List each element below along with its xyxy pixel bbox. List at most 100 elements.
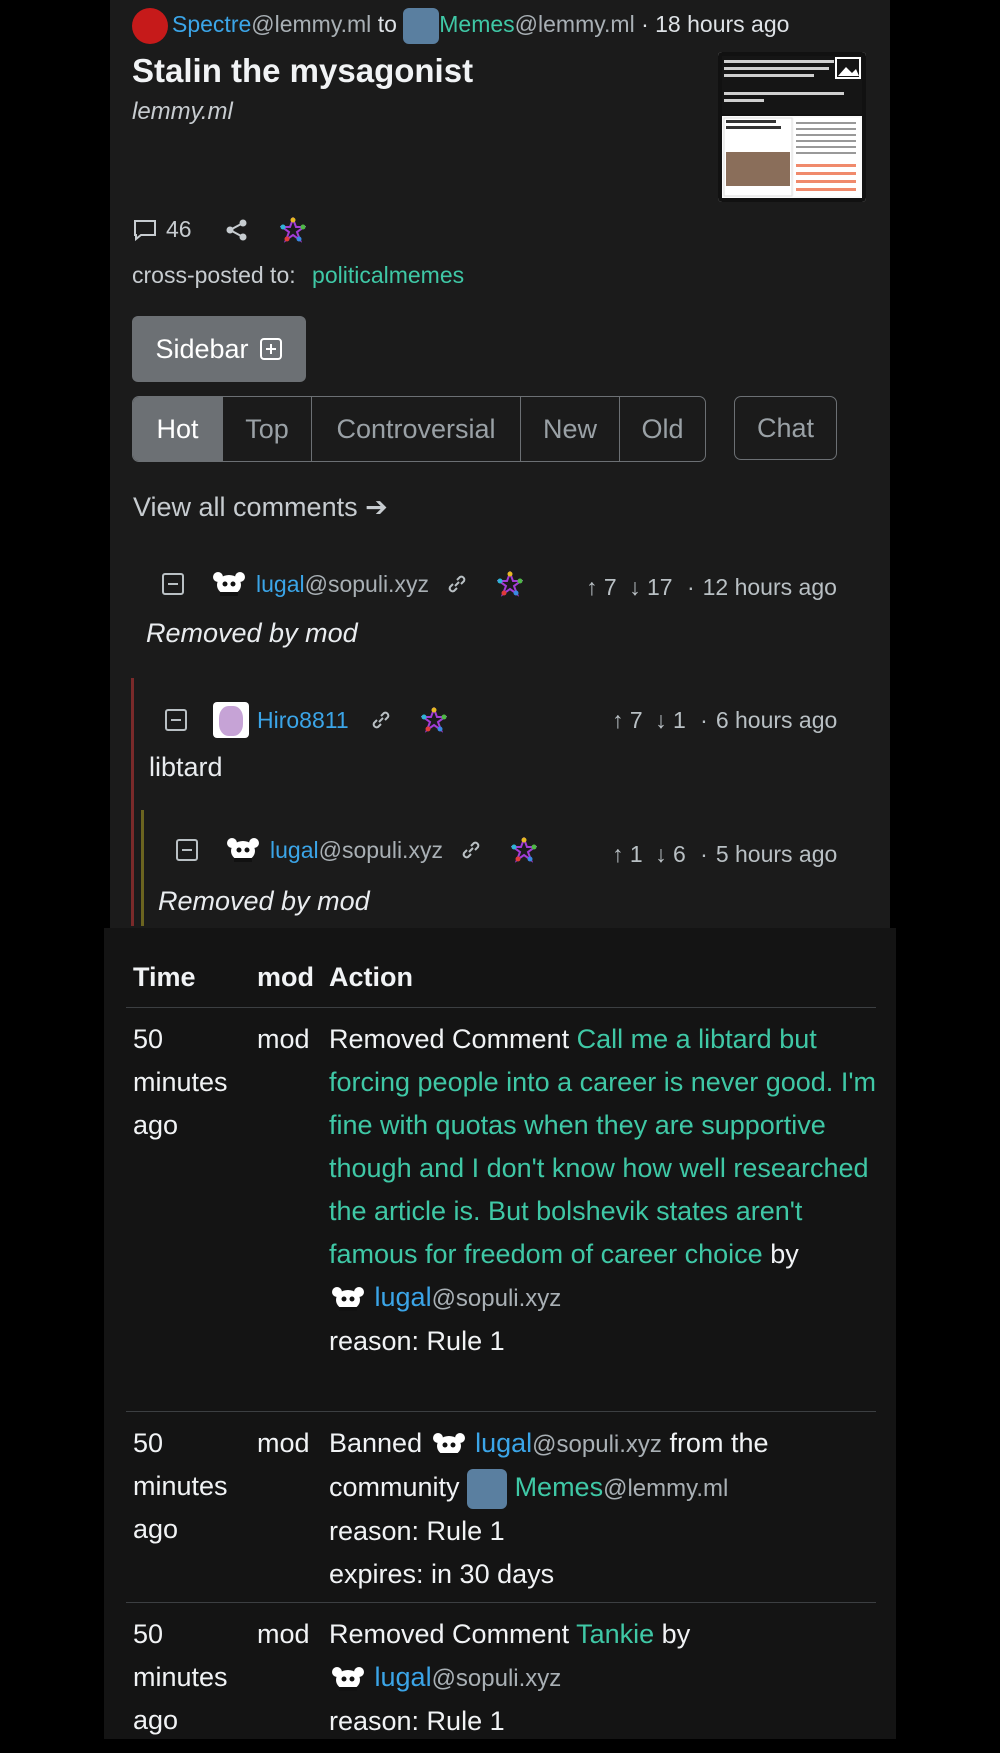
post-time: · 18 hours ago <box>641 11 790 38</box>
thumbnail-image <box>718 52 866 202</box>
view-all-comments-link[interactable]: View all comments ➔ <box>133 492 388 523</box>
modlog-action: Removed Comment Call me a libtard but fo… <box>329 1018 876 1363</box>
fediverse-icon[interactable] <box>280 217 306 243</box>
user-avatar[interactable] <box>224 836 262 864</box>
comment-sort-tabs: Hot Top Controversial New Old <box>132 396 706 462</box>
collapse-icon[interactable] <box>176 839 198 861</box>
modlog-header-row: Time mod Action <box>126 956 876 1007</box>
collapse-icon[interactable] <box>165 709 187 731</box>
sort-tab-hot[interactable]: Hot <box>133 397 223 461</box>
modlog-mod: mod <box>257 1619 310 1649</box>
modlog-time: 50 minutes ago <box>133 1619 228 1735</box>
user-avatar[interactable] <box>213 702 249 738</box>
modlog-action: Banned lugal@sopuli.xyz from the communi… <box>329 1422 876 1596</box>
community-instance: @lemmy.ml <box>514 11 635 38</box>
link-icon[interactable] <box>459 838 483 862</box>
comment-votes: ↑ 7 ↓ 17 · 12 hours ago <box>586 574 837 600</box>
community-avatar[interactable] <box>467 1468 508 1509</box>
sidebar-button-label: Sidebar <box>155 333 249 364</box>
post-domain[interactable]: lemmy.ml <box>132 98 233 126</box>
crosspost-row: cross-posted to: politicalmemes <box>132 262 464 289</box>
community-avatar[interactable] <box>403 8 440 44</box>
modlog-row: 50 minutes ago mod Removed Comment Tanki… <box>126 1602 876 1753</box>
author-link[interactable]: Spectre <box>172 11 251 37</box>
collapse-icon[interactable] <box>162 573 184 595</box>
fediverse-icon[interactable] <box>496 571 523 597</box>
modlog-action: Removed Comment Tankie by lugal@sopuli.x… <box>329 1613 876 1743</box>
reason-text: reason: Rule 1 <box>329 1516 505 1546</box>
modlog-row: 50 minutes ago mod Banned lugal@sopuli.x… <box>126 1411 876 1602</box>
user-avatar[interactable] <box>210 570 248 598</box>
comment-time: 12 hours ago <box>702 574 837 600</box>
comment-header: Hiro8811 <box>165 702 447 738</box>
share-icon[interactable] <box>224 218 250 242</box>
upvote-button[interactable]: ↑ 1 <box>612 841 643 867</box>
comment-user-instance: @sopuli.xyz <box>318 836 443 863</box>
user-instance: @sopuli.xyz <box>431 1285 562 1312</box>
thread-line <box>141 810 144 926</box>
comment-time: 5 hours ago <box>715 841 838 867</box>
downvote-button[interactable]: ↓ 6 <box>655 841 686 867</box>
modlog-time: 50 minutes ago <box>133 1024 228 1140</box>
expires-text: expires: in 30 days <box>329 1559 555 1589</box>
chat-button[interactable]: Chat <box>734 396 837 460</box>
comment-user-link[interactable]: lugal <box>270 837 319 863</box>
post-meta-line: Spectre@lemmy.ml to Memes@lemmy.ml · 18 … <box>132 8 789 44</box>
comment-header: lugal@sopuli.xyz <box>162 570 523 598</box>
link-icon[interactable] <box>369 708 393 732</box>
to-word: to <box>377 11 397 38</box>
comment-user-link[interactable]: lugal <box>256 571 305 597</box>
comment-votes: ↑ 7 ↓ 1 · 6 hours ago <box>612 707 838 733</box>
comment-time: 6 hours ago <box>715 707 838 733</box>
sort-tab-top[interactable]: Top <box>223 397 312 461</box>
upvote-button[interactable]: ↑ 7 <box>586 574 617 600</box>
downvote-button[interactable]: ↓ 17 <box>629 574 672 600</box>
user-link[interactable]: lugal <box>375 1282 432 1312</box>
header-time: Time <box>133 962 196 992</box>
removed-comment-link[interactable]: Call me a libtard but forcing people int… <box>329 1024 876 1269</box>
sort-tab-old[interactable]: Old <box>620 397 705 461</box>
user-instance: @sopuli.xyz <box>431 1665 562 1692</box>
community-link[interactable]: Memes <box>439 11 514 37</box>
action-verb: Banned <box>329 1428 423 1458</box>
by-word: by <box>770 1239 799 1269</box>
comment-header: lugal@sopuli.xyz <box>176 836 537 864</box>
removed-comment-link[interactable]: Tankie <box>576 1619 654 1649</box>
fediverse-icon[interactable] <box>420 707 447 733</box>
comment-votes: ↑ 1 ↓ 6 · 5 hours ago <box>612 841 838 867</box>
modlog-row: 50 minutes ago mod Removed Comment Call … <box>126 1007 876 1411</box>
user-avatar[interactable] <box>329 1665 367 1693</box>
comment-user-instance: @sopuli.xyz <box>304 570 429 597</box>
upvote-button[interactable]: ↑ 7 <box>612 707 643 733</box>
user-instance: @sopuli.xyz <box>532 1431 662 1458</box>
comment-body: Removed by mod <box>146 618 358 648</box>
community-link[interactable]: Memes <box>515 1472 604 1502</box>
modlog-table: Time mod Action 50 minutes ago mod Remov… <box>126 956 876 1753</box>
community-instance: @lemmy.ml <box>603 1475 729 1502</box>
user-avatar[interactable] <box>329 1285 367 1313</box>
post-thumbnail[interactable] <box>718 52 866 202</box>
link-icon[interactable] <box>445 572 469 596</box>
modlog-mod: mod <box>257 1428 310 1458</box>
user-link[interactable]: lugal <box>375 1662 432 1692</box>
author-avatar[interactable] <box>132 8 168 44</box>
sort-tab-controversial[interactable]: Controversial <box>312 397 521 461</box>
comment-body: libtard <box>149 752 223 782</box>
thread-line <box>131 678 134 926</box>
fediverse-icon[interactable] <box>510 837 537 863</box>
user-avatar[interactable] <box>430 1431 468 1459</box>
modlog-time: 50 minutes ago <box>133 1428 228 1544</box>
post-title[interactable]: Stalin the mysagonist <box>132 52 473 90</box>
action-verb: Removed Comment <box>329 1024 570 1054</box>
reason-text: reason: Rule 1 <box>329 1326 505 1356</box>
comment-icon <box>134 219 156 241</box>
author-instance: @lemmy.ml <box>251 11 372 38</box>
crosspost-community-link[interactable]: politicalmemes <box>312 262 464 288</box>
sort-tab-new[interactable]: New <box>521 397 620 461</box>
plus-square-icon <box>259 338 282 360</box>
downvote-button[interactable]: ↓ 1 <box>655 707 686 733</box>
user-link[interactable]: lugal <box>475 1428 532 1458</box>
comments-count-button[interactable]: 46 <box>132 216 192 243</box>
comment-user-link[interactable]: Hiro8811 <box>257 707 349 734</box>
sidebar-button[interactable]: Sidebar <box>132 316 306 382</box>
